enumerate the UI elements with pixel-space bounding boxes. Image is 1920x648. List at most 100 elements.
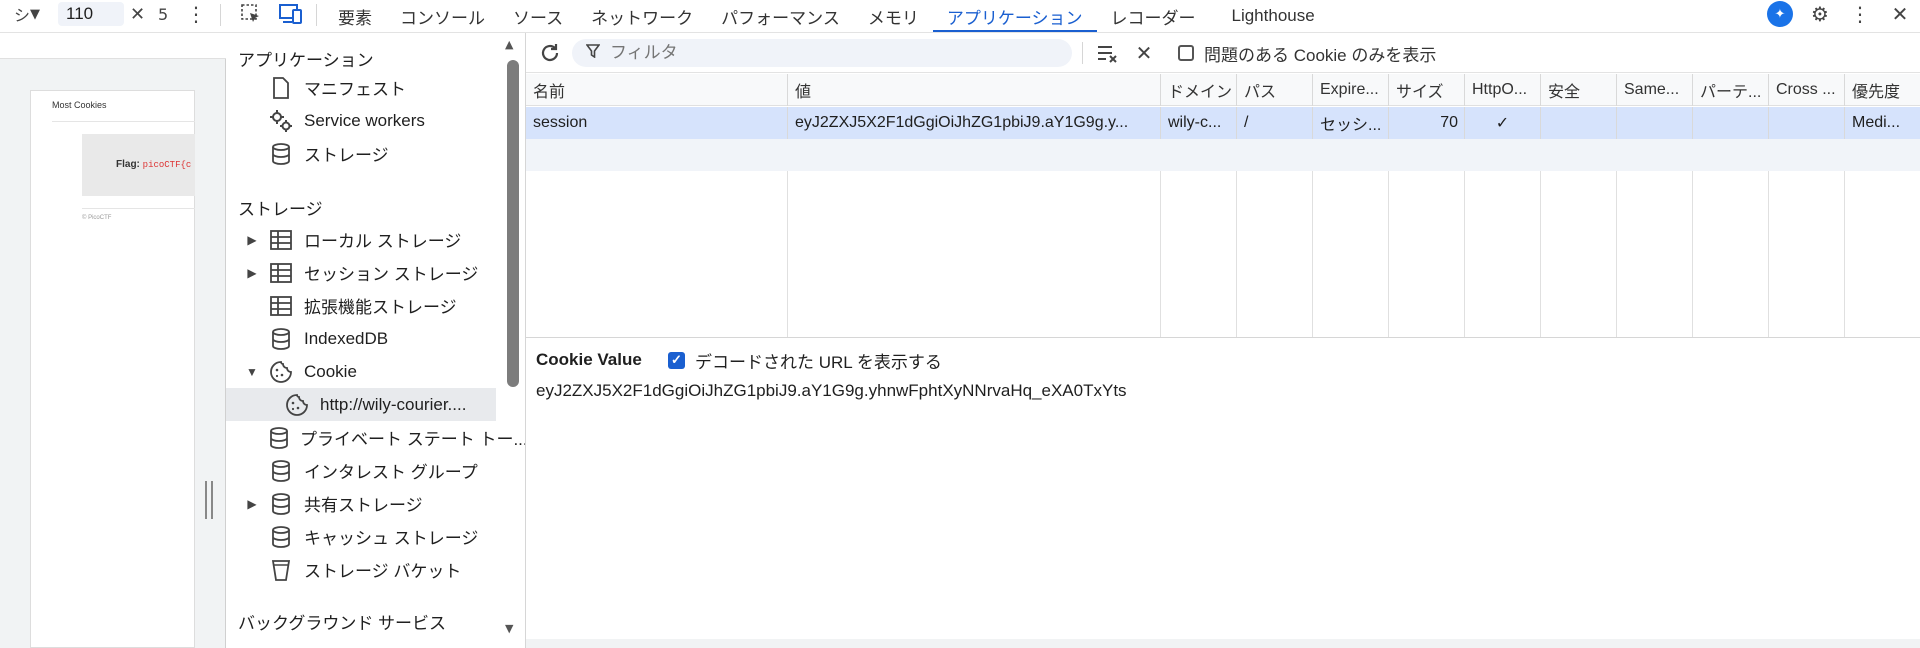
dimension-value[interactable]: 5 <box>158 0 168 28</box>
cookies-panel: ✕ 問題のある Cookie のみを表示 名前 値 ドメイン パス Expire… <box>526 33 1920 648</box>
expand-arrow-icon[interactable]: ▶ <box>246 233 258 247</box>
cell-path: / <box>1236 107 1312 139</box>
sidebar-item-cache-storage[interactable]: キャッシュ ストレージ <box>226 520 506 553</box>
issue-only-toggle[interactable]: 問題のある Cookie のみを表示 <box>1178 39 1436 67</box>
database-icon <box>268 492 294 516</box>
tab-elements[interactable]: 要素 <box>324 0 386 32</box>
close-devtools-icon[interactable]: ✕ <box>1880 0 1920 28</box>
flag-code: picoCTF{c <box>142 160 192 170</box>
col-header-name[interactable]: 名前 <box>526 74 787 106</box>
divider <box>82 208 195 209</box>
close-icon[interactable]: ✕ <box>130 0 145 28</box>
device-dropdown-caret-icon[interactable]: ▼ <box>30 0 40 28</box>
cell-value: eyJ2ZXJ5X2F1dGgiOiJhZG1pbiJ9.aY1G9g.y... <box>787 107 1160 139</box>
cell-expires: セッシ... <box>1312 107 1388 139</box>
table-header: 名前 値 ドメイン パス Expire... サイズ HttpO... 安全 S… <box>526 74 1920 106</box>
sidebar-item-storage[interactable]: ストレージ <box>226 137 506 170</box>
settings-gear-icon[interactable]: ⚙ <box>1800 0 1840 28</box>
decode-url-checkbox[interactable]: ✓ <box>668 351 685 369</box>
col-header-partition[interactable]: パーテ... <box>1692 74 1768 106</box>
delete-selected-icon[interactable]: ✕ <box>1130 39 1158 67</box>
toolbar-right-actions: ✦ ⚙ ⋮ ✕ <box>1760 0 1920 28</box>
cookies-table: 名前 値 ドメイン パス Expire... サイズ HttpO... 安全 S… <box>526 74 1920 338</box>
sidebar-item-local-storage[interactable]: ▶ ローカル ストレージ <box>226 223 506 256</box>
database-icon <box>268 459 294 483</box>
tab-sources[interactable]: ソース <box>499 0 577 32</box>
device-toolbar-icon[interactable] <box>278 0 304 28</box>
more-options-icon[interactable]: ⋮ <box>1840 0 1880 28</box>
sidebar-item-cookie-origin[interactable]: http://wily-courier.... <box>226 388 496 421</box>
sidebar-item-service-workers[interactable]: Service workers <box>226 104 506 137</box>
column-divider <box>1844 171 1845 337</box>
preview-ruler <box>0 33 226 59</box>
filter-input[interactable] <box>610 43 1050 63</box>
sidebar-item-manifest[interactable]: マニフェスト <box>226 71 506 104</box>
sidebar-item-label: Service workers <box>304 110 425 130</box>
sidebar-item-label: セッション ストレージ <box>304 265 479 284</box>
expand-arrow-icon[interactable]: ▶ <box>246 266 258 280</box>
filter-field[interactable] <box>572 39 1072 67</box>
col-header-priority[interactable]: 優先度 <box>1844 74 1920 106</box>
col-header-value[interactable]: 値 <box>787 74 1160 106</box>
sidebar-scrollbar-thumb[interactable] <box>507 60 519 387</box>
cell-httponly: ✓ <box>1464 107 1540 139</box>
cell-name: session <box>533 114 588 131</box>
tab-lighthouse[interactable]: Lighthouse <box>1218 0 1329 32</box>
col-header-cross-site[interactable]: Cross ... <box>1768 74 1844 106</box>
col-header-httponly[interactable]: HttpO... <box>1464 74 1540 106</box>
col-header-expires[interactable]: Expire... <box>1312 74 1388 106</box>
column-divider <box>1768 171 1769 337</box>
tab-application[interactable]: アプリケーション <box>932 0 1097 32</box>
table-row[interactable]: session eyJ2ZXJ5X2F1dGgiOiJhZG1pbiJ9.aY1… <box>526 107 1920 139</box>
col-header-samesite[interactable]: Same... <box>1616 74 1692 106</box>
col-header-domain[interactable]: ドメイン <box>1160 74 1236 106</box>
clear-all-cookies-icon[interactable] <box>1094 39 1122 67</box>
sidebar-item-private-state-tokens[interactable]: プライベート ステート トー... <box>226 421 525 454</box>
sidebar-item-label: マニフェスト <box>304 80 406 99</box>
column-divider <box>1312 171 1313 337</box>
sidebar-item-interest-groups[interactable]: インタレスト グループ <box>226 454 506 487</box>
decode-url-toggle[interactable]: ✓ デコードされた URL を表示する <box>668 348 942 372</box>
sidebar-item-cookies[interactable]: ▼ Cookie <box>226 355 506 388</box>
refresh-icon[interactable] <box>536 39 564 67</box>
sidebar-item-label: http://wily-courier.... <box>320 394 467 414</box>
tab-performance[interactable]: パフォーマンス <box>707 0 854 32</box>
tab-memory[interactable]: メモリ <box>854 0 933 32</box>
col-header-path[interactable]: パス <box>1236 74 1312 106</box>
application-sidebar: アプリケーション マニフェスト Service workers ストレージ スト… <box>226 33 526 648</box>
cookie-value-text[interactable]: eyJ2ZXJ5X2F1dGgiOiJhZG1pbiJ9.aY1G9g.yhnw… <box>536 381 1127 401</box>
panel-resize-handle[interactable] <box>205 481 213 519</box>
expand-arrow-icon[interactable]: ▶ <box>246 497 258 511</box>
scroll-up-icon[interactable]: ▲ <box>505 38 513 51</box>
tab-console[interactable]: コンソール <box>386 0 499 32</box>
sidebar-heading-application: アプリケーション <box>238 51 374 70</box>
scroll-down-icon[interactable]: ▼ <box>505 622 513 635</box>
file-icon <box>268 76 294 100</box>
sidebar-item-label: 拡張機能ストレージ <box>304 298 457 317</box>
ai-assistance-button[interactable]: ✦ <box>1760 0 1800 28</box>
sidebar-item-storage-buckets[interactable]: ストレージ バケット <box>226 553 506 586</box>
sidebar-heading-background-services: バックグラウンド サービス <box>238 614 447 633</box>
issue-only-checkbox[interactable] <box>1178 45 1194 61</box>
column-divider <box>787 171 788 337</box>
sidebar-item-extension-storage[interactable]: 拡張機能ストレージ <box>226 289 506 322</box>
collapse-arrow-icon[interactable]: ▼ <box>246 365 258 379</box>
col-header-size[interactable]: サイズ <box>1388 74 1464 106</box>
sidebar-item-shared-storage[interactable]: ▶ 共有ストレージ <box>226 487 506 520</box>
tab-recorder[interactable]: レコーダー <box>1097 0 1210 32</box>
cookie-icon <box>284 393 310 417</box>
device-more-icon[interactable]: ⋮ <box>186 0 206 28</box>
panel-tabs: 要素 コンソール ソース ネットワーク パフォーマンス メモリ アプリケーション… <box>324 0 1329 32</box>
col-header-secure[interactable]: 安全 <box>1540 74 1616 106</box>
zoom-input[interactable] <box>58 2 124 26</box>
cookies-toolbar: ✕ 問題のある Cookie のみを表示 <box>526 33 1920 73</box>
inspect-element-icon[interactable] <box>239 0 263 28</box>
horizontal-scrollbar[interactable] <box>526 639 1920 648</box>
sidebar-item-session-storage[interactable]: ▶ セッション ストレージ <box>226 256 506 289</box>
sidebar-item-indexeddb[interactable]: IndexedDB <box>226 322 506 355</box>
tab-network[interactable]: ネットワーク <box>577 0 707 32</box>
database-icon <box>268 426 290 450</box>
column-divider <box>1616 171 1617 337</box>
table-icon <box>268 294 294 318</box>
device-name-label[interactable]: シ <box>14 0 30 28</box>
